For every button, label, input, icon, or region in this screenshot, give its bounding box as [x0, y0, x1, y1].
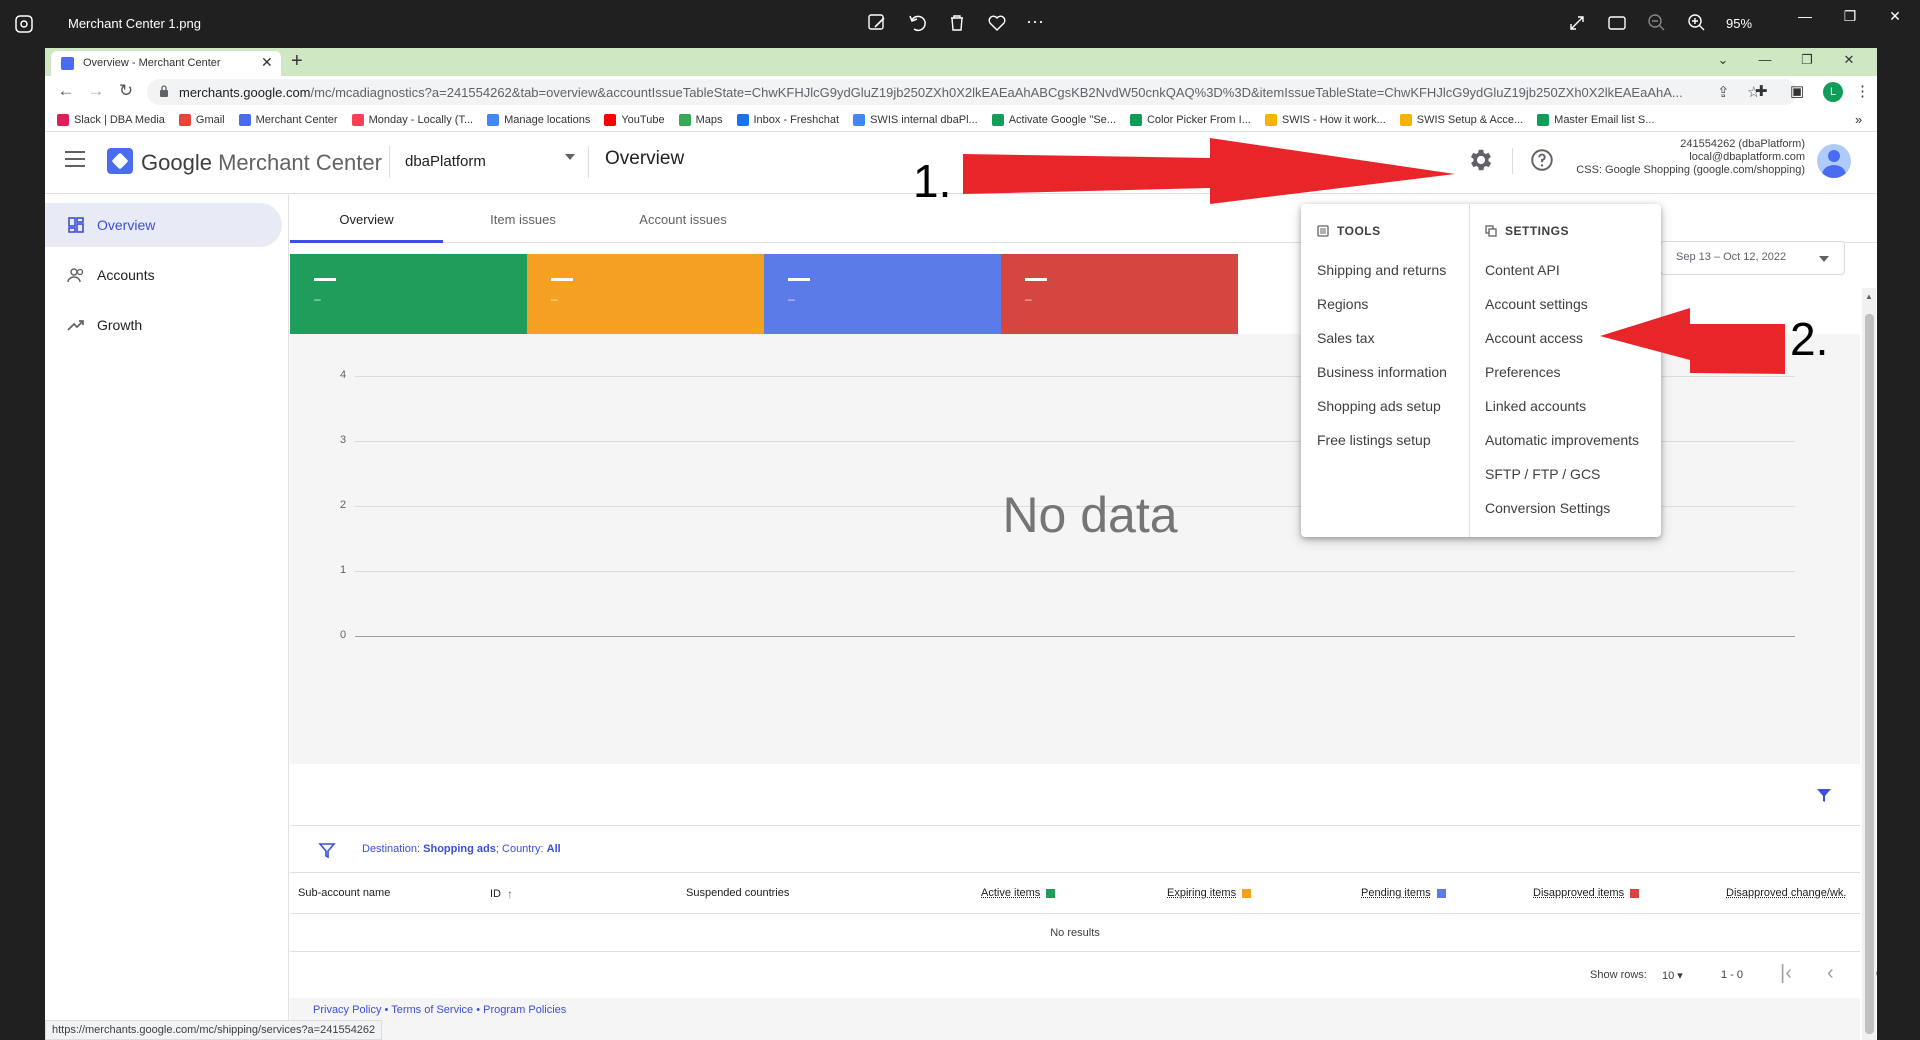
more-options-icon[interactable]: ···: [1026, 12, 1050, 36]
restore-window-icon[interactable]: ❐: [1835, 8, 1865, 25]
annotation-step-2: 2.: [1790, 313, 1829, 365]
annotation-arrow-1: [963, 138, 1455, 204]
photo-viewer-titlebar: Merchant Center 1.png ··· 95% — ❐ ✕: [0, 0, 1920, 48]
annotation-overlay: [963, 138, 1785, 374]
screenshot-canvas: Overview - Merchant Center ✕ + ⌄ — ❐ ✕ ←…: [45, 48, 1877, 1040]
rotate-icon[interactable]: [906, 12, 930, 36]
fullscreen-icon[interactable]: [1566, 12, 1590, 36]
zoom-out-icon[interactable]: [1646, 12, 1670, 36]
zoom-in-icon[interactable]: [1686, 12, 1710, 36]
delete-icon[interactable]: [946, 12, 970, 36]
annotation-step-1: 1.: [913, 155, 952, 207]
viewer-file-name: Merchant Center 1.png: [68, 16, 201, 31]
annotation-arrow-2: [1600, 308, 1785, 374]
zoom-level: 95%: [1726, 16, 1753, 31]
photos-app-icon: [15, 15, 33, 33]
edit-image-icon[interactable]: [866, 12, 890, 36]
actual-size-icon[interactable]: [1606, 12, 1630, 36]
favorite-icon[interactable]: [986, 12, 1010, 36]
minimize-window-icon[interactable]: —: [1790, 8, 1820, 24]
close-window-icon[interactable]: ✕: [1880, 8, 1910, 25]
